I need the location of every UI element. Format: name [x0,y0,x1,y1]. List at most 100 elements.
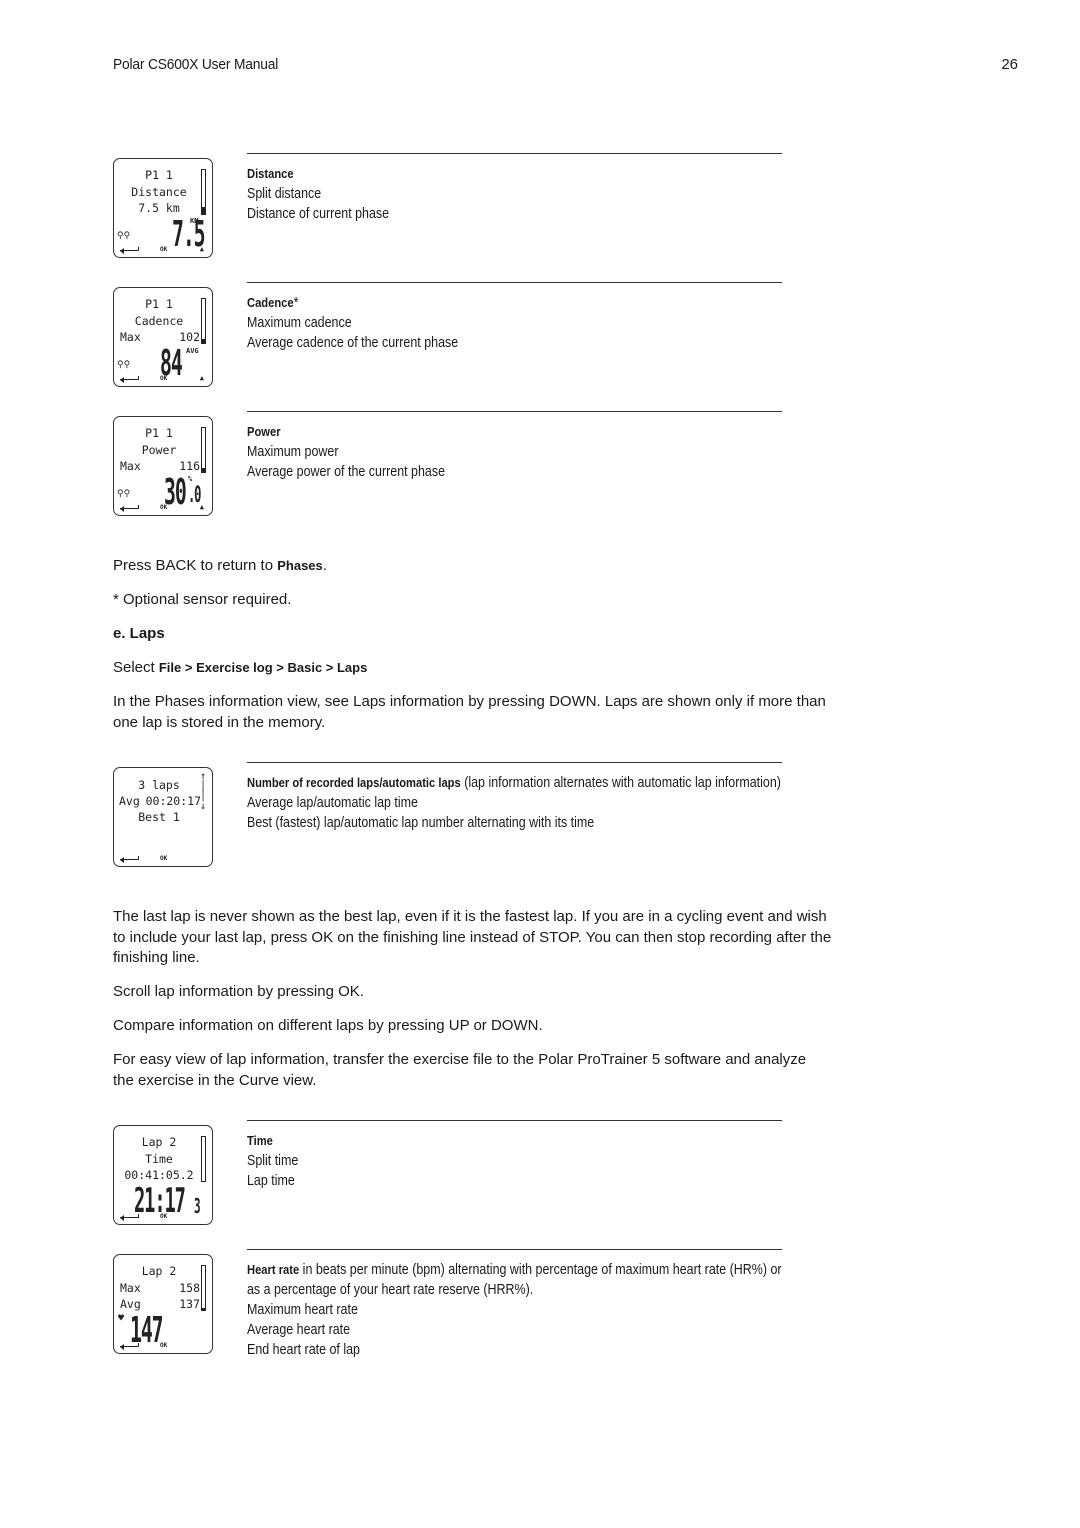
lcd-max-row: Max 102 [120,330,200,344]
description-line: Maximum cadence [247,315,352,331]
back-instruction-text: Press BACK to return to [113,557,278,574]
lcd-phase: P1 1 [145,168,173,182]
lcd-ok-label: OK [160,1342,168,1349]
description-line: Distance of current phase [247,206,390,222]
lcd-phase: P1 1 [145,426,173,440]
document-title: Polar CS600X User Manual [113,56,279,73]
divider [247,411,782,412]
description-line: Maximum heart rate [247,1302,358,1318]
lcd-avg-row: Avg 137 [120,1297,200,1311]
description-line: Maximum power [247,444,339,460]
lcd-big-value: 30 [164,472,187,513]
back-arrow-icon [120,1343,139,1350]
lcd-phase: P1 1 [145,297,173,311]
lcd-avg-label: Avg [120,1297,141,1311]
description-line: Average lap/automatic lap time [247,795,418,811]
menu-path: File > Exercise log > Basic > Laps [158,660,368,675]
lcd-max-row: Max 158 [120,1281,200,1295]
sensor-footnote: * Optional sensor required. [113,591,292,608]
lcd-best-lap: Best 1 [138,810,180,824]
divider [247,153,782,154]
description-title-row: Number of recorded laps/automatic laps (… [247,773,782,793]
watch-display-distance: P1 1 Distance 7.5 km 7.5 KM ⚲⚲ OK ▲ [113,158,213,258]
lcd-scroll-bar [201,1265,206,1311]
back-arrow-icon [120,505,139,512]
lcd-avg-value: 00:20:17 [145,794,201,808]
lcd-ok-label: OK [160,375,168,382]
lcd-ok-label: OK [160,855,168,862]
watch-display-lap-heart-rate: Lap 2 Max 158 Avg 137 ♥ 147 OK [113,1254,213,1354]
lcd-value: 7.5 km [138,201,180,215]
description-title: Cadence [247,295,294,310]
bike-icon: ⚲⚲ [117,231,131,241]
lcd-lap-number: Lap 2 [141,1264,177,1278]
divider [247,762,782,763]
laps-intro: In the Phases information view, see Laps… [113,693,826,731]
description-title: Heart rate [247,1262,300,1277]
description-line: Lap time [247,1173,295,1189]
lcd-scroll-bar-fill [202,207,205,214]
description-line: Split time [247,1153,299,1169]
lcd-scroll-bar-fill [202,1307,205,1310]
description-title-rest: (lap information alternates with automat… [460,775,781,791]
lcd-avg-label: Avg [119,794,140,808]
lcd-label: Power [141,443,177,457]
description-line: Split distance [247,186,322,202]
lcd-scroll-bar [201,427,206,473]
lcd-split-time: 00:41:05.2 [124,1168,194,1182]
description-title: Time [247,1133,273,1148]
terrain-icon: ▲ [199,503,204,511]
watch-display-laps-summary: 3 laps Avg 00:20:17 Best 1 ↑ │ │ ↓ OK [113,767,213,867]
lcd-unit: KM [190,217,199,225]
laps-summary-description: Number of recorded laps/automatic laps (… [247,762,782,833]
watch-display-cadence: P1 1 Cadence Max 102 84 AVG ⚲⚲ OK ▲ [113,287,213,387]
description-title: Distance [247,166,294,181]
paragraph-compare: Compare information on different laps by… [113,1017,543,1034]
lcd-max-row: Max 116 [120,459,200,473]
lcd-lap-count: 3 laps [138,778,180,792]
menu-path-instruction: Select File > Exercise log > Basic > Lap… [113,658,853,679]
heart-icon: ♥ [118,1313,125,1324]
lcd-scroll-bar-fill [202,467,205,472]
lcd-max-value: 158 [179,1281,200,1295]
lcd-scroll-bar-fill [202,338,205,343]
lcd-avg-value: 137 [179,1297,200,1311]
description-title: Power [247,424,281,439]
back-instruction: Press BACK to return to Phases. [113,556,853,577]
back-instruction-end: . [322,557,327,574]
divider [247,1120,782,1121]
lcd-label: Cadence [134,314,184,328]
lcd-decimal: .0 [188,483,201,508]
lcd-label: Distance [131,185,187,199]
lcd-max-label: Max [120,459,141,473]
paragraph-last-lap: The last lap is never shown as the best … [113,908,832,966]
bike-icon: ⚲⚲ [117,360,131,370]
lcd-scroll-bar [201,1136,206,1182]
cadence-description: Cadence* Maximum cadence Average cadence… [247,282,782,353]
description-title-rest: in beats per minute (bpm) alternating wi… [247,1262,782,1298]
description-line: Best (fastest) lap/automatic lap number … [247,815,595,831]
terrain-icon: ▲ [199,245,204,253]
lap-heart-rate-description: Heart rate in beats per minute (bpm) alt… [247,1249,782,1360]
lcd-max-label: Max [120,330,141,344]
divider [247,1249,782,1250]
lcd-scroll-bar [201,298,206,344]
phases-menu-reference: Phases [277,558,323,573]
lcd-scroll-bar [201,169,206,215]
description-line: Average heart rate [247,1322,351,1338]
description-line: Average power of the current phase [247,464,446,480]
lcd-ok-label: OK [160,1213,168,1220]
lcd-lap-number: Lap 2 [141,1135,177,1149]
optional-marker: * [293,295,299,311]
page-number: 26 [1001,56,1018,73]
description-title: Number of recorded laps/automatic laps [247,775,461,790]
lcd-max-label: Max [120,1281,141,1295]
paragraph-protrainer: For easy view of lap information, transf… [113,1051,807,1089]
lcd-unit: AVG [186,347,199,355]
lcd-max-value: 116 [179,459,200,473]
back-arrow-icon [120,376,139,383]
lcd-avg-row: Avg 00:20:17 [119,794,201,808]
section-heading-laps: e. Laps [113,625,165,642]
select-text: Select [113,659,159,676]
description-line: End heart rate of lap [247,1342,361,1358]
